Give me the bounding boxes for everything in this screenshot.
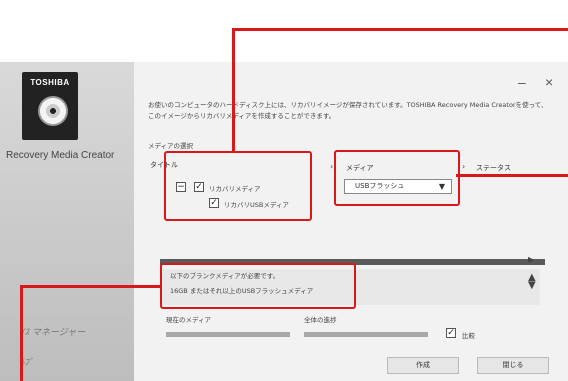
annotation-line [20,285,23,381]
annotation-box-title [164,151,312,221]
app-name: Recovery Media Creator [6,150,115,161]
close-window-button[interactable]: × [545,74,553,90]
minimize-button[interactable]: – [518,74,526,90]
compare-checkbox[interactable]: ✓ [446,328,456,338]
create-button[interactable]: 作成 [387,357,459,374]
annotation-box-message [160,263,356,309]
current-media-bar [166,332,290,337]
scroll-right-icon[interactable]: ▶ [528,255,534,264]
annotation-line [20,285,162,288]
app-logo: TOSHIBA [22,72,78,140]
close-button[interactable]: 閉じる [477,357,549,374]
scroll-stepper-icon[interactable]: ▲ ▼ [528,273,536,291]
annotation-line [232,28,235,152]
arrow-right-icon: › [330,162,334,171]
overall-progress-label: 全体の進捗 [304,316,337,324]
disc-icon [38,96,68,126]
compare-label: 比較 [462,332,475,340]
description-text: お使いのコンピュータのハードディスク上には、リカバリイメージが保存されています。… [148,101,548,120]
media-select-header: メディアの選択 [148,142,194,150]
annotation-box-media [334,150,460,206]
annotation-line [456,174,568,177]
annotation-line [232,28,568,31]
sidebar-link-device-manager[interactable]: ｲｽ マネージャー [20,325,85,338]
status-label: ステータス [476,164,511,172]
brand-logo-text: TOSHIBA [30,78,70,87]
overall-progress-bar [304,332,428,337]
current-media-label: 現在のメディア [166,316,212,324]
arrow-right-icon: › [462,162,466,171]
